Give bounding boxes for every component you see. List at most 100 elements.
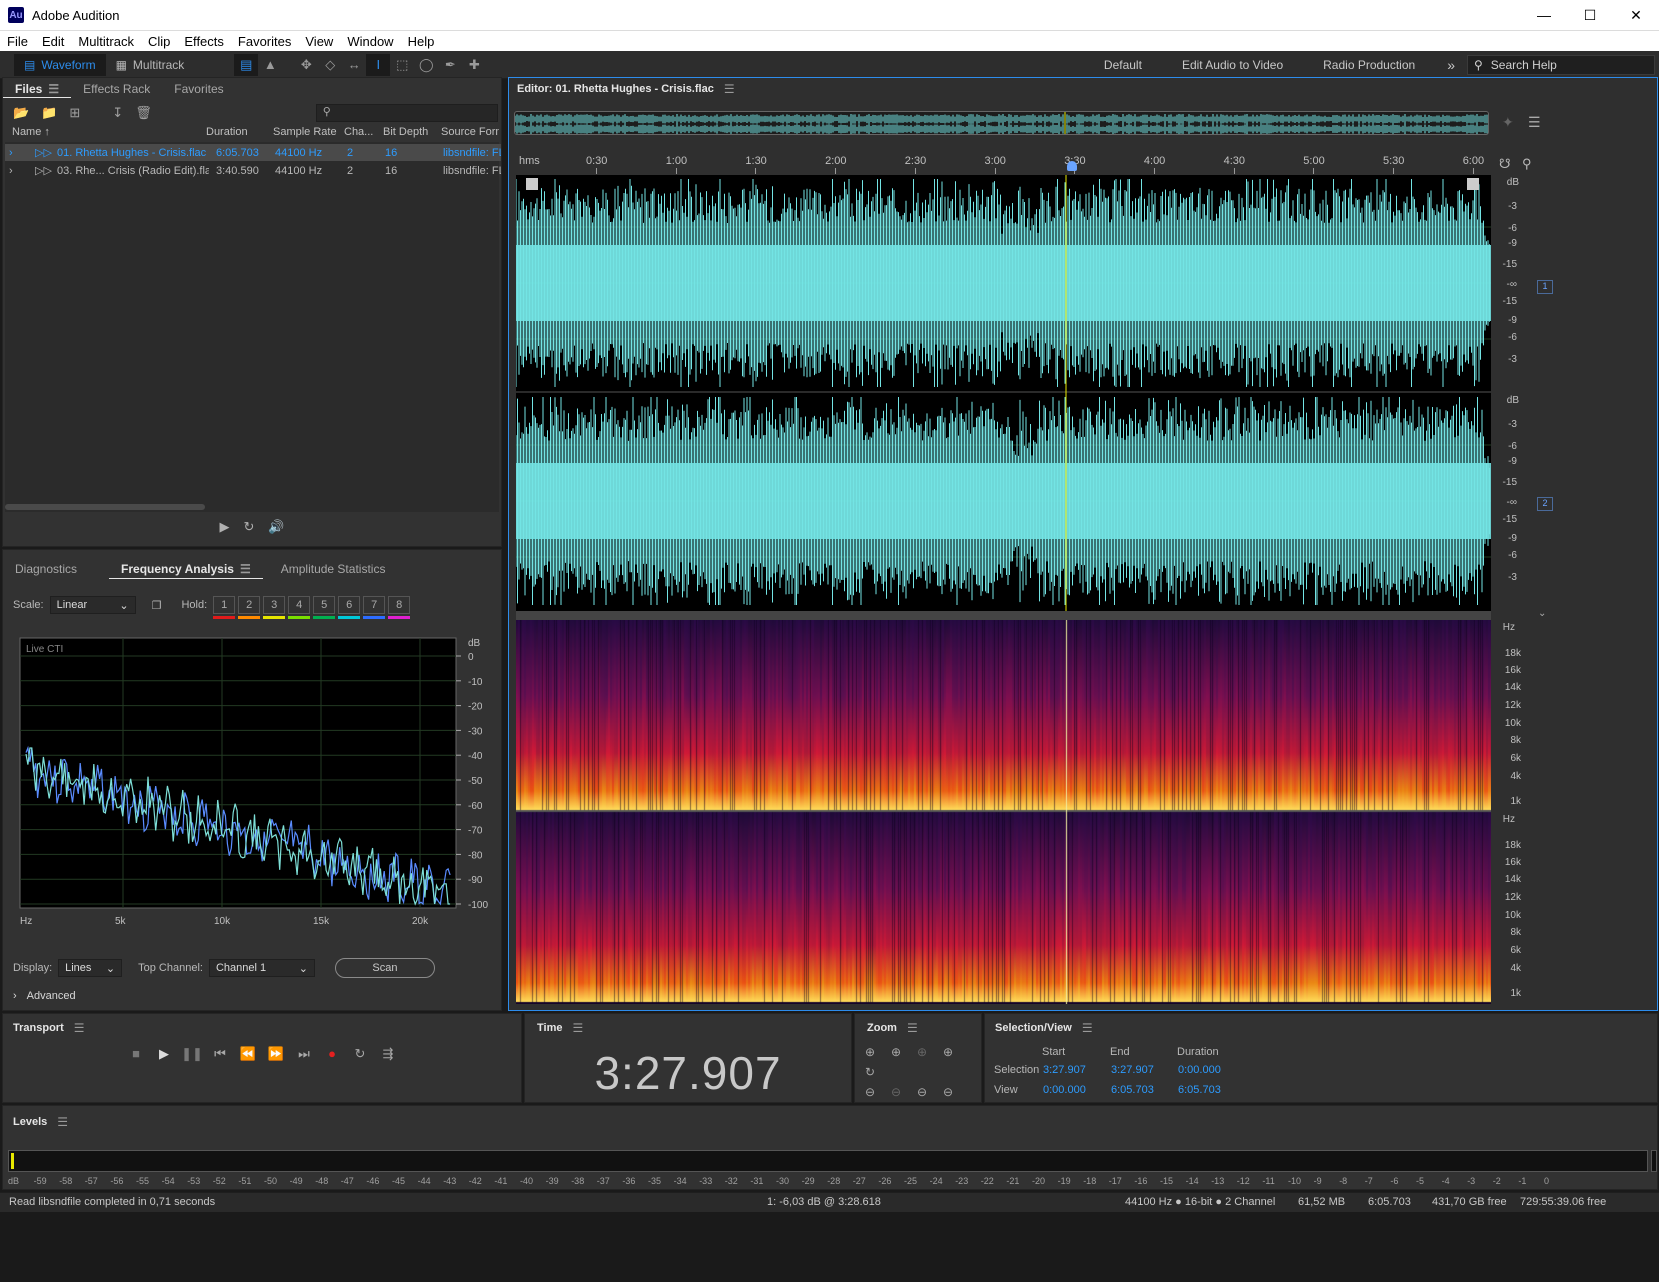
tab-diagnostics[interactable]: Diagnostics [3,550,89,588]
maximize-icon[interactable]: ☐ [1567,7,1613,24]
hold-button-2[interactable]: 2 [238,596,261,619]
zoom-in-amplitude-icon[interactable]: ⊕ [857,1042,883,1062]
panel-menu-icon[interactable]: ☰ [74,1021,85,1035]
zoom-selection-icon[interactable]: ⊖ [909,1082,935,1102]
play-icon[interactable]: ▶ [150,1046,178,1062]
import-file-icon[interactable]: 📁 [41,105,57,121]
rewind-icon[interactable]: ⏪ [234,1046,262,1062]
advanced-toggle[interactable]: › Advanced [13,990,76,1002]
chevron-down-icon[interactable]: ⌄ [1538,608,1546,619]
hold-button-1[interactable]: 1 [213,596,236,619]
lasso-tool-icon[interactable]: ◯ [414,54,438,76]
panel-menu-icon[interactable]: ☰ [57,1115,68,1129]
spot-healing-icon[interactable]: ✚ [462,54,486,76]
top-channel-select[interactable]: Channel 1 ⌄ [208,959,315,977]
hold-button-5[interactable]: 5 [313,596,336,619]
auto-play-icon[interactable]: 🔊 [268,519,284,535]
hold-button-7[interactable]: 7 [363,596,386,619]
selection-end[interactable]: 3:27.907 [1111,1064,1154,1076]
tab-effects-rack[interactable]: Effects Rack [71,80,162,98]
col-channels[interactable]: Cha... [344,126,373,138]
view-divider[interactable] [516,611,1491,620]
skip-selection-icon[interactable]: ⇶ [374,1046,402,1062]
waveform-view-icon[interactable]: ▤ [234,53,259,76]
minimize-icon[interactable]: — [1521,7,1567,24]
go-to-end-icon[interactable]: ⏭ [290,1046,318,1062]
menu-edit[interactable]: Edit [35,34,71,49]
new-file-icon[interactable]: ⊞ [69,105,80,121]
zoom-reset-icon[interactable]: ↻ [857,1062,883,1082]
spectral-area[interactable] [516,620,1491,1004]
col-duration[interactable]: Duration [206,126,248,138]
record-icon[interactable]: ● [318,1046,346,1062]
clip-indicator[interactable] [1651,1150,1657,1172]
razor-tool-icon[interactable]: ◇ [318,54,342,76]
brush-tool-icon[interactable]: ✒ [438,54,462,76]
col-sample-rate[interactable]: Sample Rate [273,126,337,138]
hold-button-3[interactable]: 3 [263,596,286,619]
spectral-view-icon[interactable]: ▲ [258,54,282,76]
marker-pin-icon[interactable]: ⚲ [1522,156,1532,172]
display-select[interactable]: Lines ⌄ [58,959,123,977]
scan-button[interactable]: Scan [334,958,435,978]
horizontal-scrollbar[interactable] [5,504,205,510]
preview-loop-icon[interactable]: ↻ [243,519,254,535]
slip-tool-icon[interactable]: ↔ [342,54,366,76]
playhead-marker[interactable] [1067,161,1077,171]
multitrack-mode-button[interactable]: ▦ Multitrack [106,54,195,76]
channel-resize-icon[interactable] [1467,178,1479,190]
menu-favorites[interactable]: Favorites [231,34,298,49]
move-tool-icon[interactable]: ✥ [294,54,318,76]
expand-chevron-icon[interactable]: › [9,165,13,177]
marquee-tool-icon[interactable]: ⬚ [390,54,414,76]
panel-menu-icon[interactable]: ☰ [1082,1021,1093,1035]
close-icon[interactable]: ✕ [1613,7,1659,24]
view-start[interactable]: 0:00.000 [1043,1084,1086,1096]
workspace-radio-production[interactable]: Radio Production [1303,58,1435,72]
menu-view[interactable]: View [298,34,340,49]
file-row[interactable]: › ▷▷ 01. Rhetta Hughes - Crisis.flac 6:0… [5,144,501,161]
list-icon[interactable]: ☰ [1528,114,1541,131]
time-selection-tool-icon[interactable]: I [366,53,391,76]
panel-menu-icon[interactable]: ☰ [572,1021,583,1035]
zoom-in-time-icon[interactable]: ⊕ [883,1042,909,1062]
zoom-in-point-icon[interactable]: ⊕ [935,1042,961,1062]
zoom-both-icon[interactable]: ⊖ [935,1082,961,1102]
zoom-out-full-icon[interactable]: ⊕ [909,1042,935,1062]
delete-icon[interactable]: 🗑 [135,105,152,121]
files-search-input[interactable]: ⚲ [315,104,498,122]
zoom-to-selection-icon[interactable]: ✦ [1502,114,1514,131]
tab-frequency-analysis[interactable]: Frequency Analysis ☰ [109,559,263,579]
expand-chevron-icon[interactable]: › [9,147,13,159]
hold-button-8[interactable]: 8 [388,596,411,619]
headphones-icon[interactable]: ☋ [1499,156,1511,172]
menu-clip[interactable]: Clip [141,34,177,49]
menu-effects[interactable]: Effects [177,34,231,49]
pause-icon[interactable]: ❚❚ [178,1046,206,1062]
file-row[interactable]: › ▷▷ 03. Rhe... Crisis (Radio Edit).flac… [5,162,501,179]
tab-files[interactable]: Files ☰ [3,80,72,98]
workspace-edit-audio-to-video[interactable]: Edit Audio to Video [1162,58,1303,72]
zoom-out-time-icon[interactable]: ⊖ [883,1082,909,1102]
zoom-out-amplitude-icon[interactable]: ⊖ [857,1082,883,1102]
hold-button-6[interactable]: 6 [338,596,361,619]
panel-menu-icon[interactable]: ☰ [48,82,59,96]
fast-forward-icon[interactable]: ⏩ [262,1046,290,1062]
col-bit-depth[interactable]: Bit Depth [383,126,428,138]
hold-button-4[interactable]: 4 [288,596,311,619]
selection-duration[interactable]: 0:00.000 [1178,1064,1221,1076]
go-to-start-icon[interactable]: ⏮ [206,1046,234,1062]
level-meter[interactable] [8,1150,1648,1172]
stop-icon[interactable]: ■ [122,1046,150,1062]
menu-help[interactable]: Help [401,34,442,49]
insert-into-multitrack-icon[interactable]: ↧ [112,105,123,121]
preview-play-icon[interactable]: ▶ [219,519,229,535]
loop-icon[interactable]: ↻ [346,1046,374,1062]
waveform-area[interactable] [515,175,1491,611]
waveform-mode-button[interactable]: ▤ Waveform [14,53,106,76]
workspace-default[interactable]: Default [1084,58,1162,72]
overview-bar[interactable] [514,111,1489,135]
view-end[interactable]: 6:05.703 [1111,1084,1154,1096]
time-ruler[interactable]: hms 0:301:001:302:002:303:003:304:004:30… [516,152,1491,174]
menu-window[interactable]: Window [340,34,400,49]
